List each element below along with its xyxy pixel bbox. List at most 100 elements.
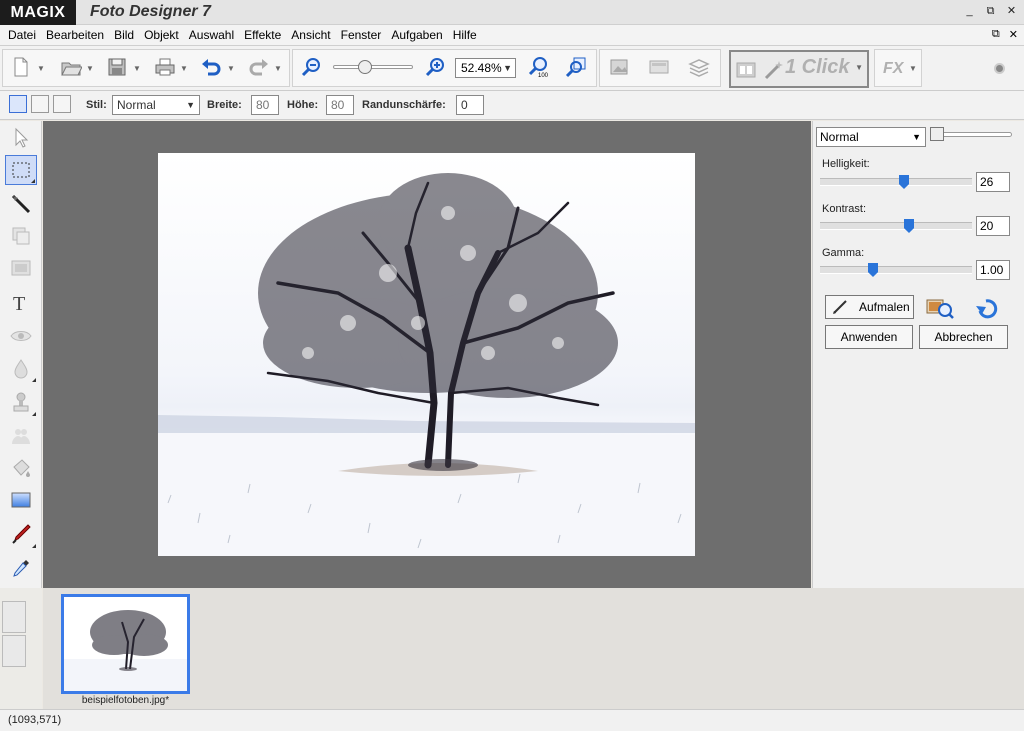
doc-restore-button[interactable]: ⧉ bbox=[992, 28, 1000, 41]
gamma-label: Gamma: bbox=[822, 247, 865, 259]
one-click-dropdown-icon: ▼ bbox=[855, 63, 863, 72]
zoom-slider-handle[interactable] bbox=[358, 60, 372, 74]
layers-view-icon[interactable] bbox=[686, 56, 712, 78]
window-view-icon[interactable] bbox=[646, 56, 672, 78]
arrow-icon[interactable] bbox=[5, 123, 37, 153]
fx-dropdown-icon[interactable]: ▼ bbox=[909, 64, 917, 73]
drop-icon[interactable] bbox=[5, 353, 37, 383]
breite-input[interactable]: 80 bbox=[251, 95, 279, 115]
text-icon[interactable]: T bbox=[5, 287, 37, 317]
menu-fenster[interactable]: Fenster bbox=[336, 25, 387, 45]
eyedropper-icon[interactable] bbox=[5, 553, 37, 583]
filmstrip-fx-icon[interactable] bbox=[2, 635, 26, 667]
blend-mode-dropdown-icon: ▼ bbox=[912, 132, 921, 142]
menu-bearbeiten[interactable]: Bearbeiten bbox=[41, 25, 109, 45]
marquee-icon[interactable] bbox=[5, 155, 37, 185]
stil-dropdown-icon: ▼ bbox=[186, 100, 195, 110]
open-dropdown-icon[interactable]: ▼ bbox=[86, 64, 94, 73]
open-folder-icon[interactable] bbox=[58, 56, 84, 78]
photo-thumbnail[interactable] bbox=[61, 594, 190, 694]
opacity-slider-handle[interactable] bbox=[930, 127, 944, 141]
save-dropdown-icon[interactable]: ▼ bbox=[133, 64, 141, 73]
print-dropdown-icon[interactable]: ▼ bbox=[180, 64, 188, 73]
layer-duplicate-icon[interactable] bbox=[5, 221, 37, 251]
gamma-input[interactable]: 1.00 bbox=[976, 260, 1010, 280]
filmstrip bbox=[43, 588, 1024, 709]
stil-select[interactable]: Normal ▼ bbox=[112, 95, 200, 115]
undo-dropdown-icon[interactable]: ▼ bbox=[227, 64, 235, 73]
abbrechen-button[interactable]: Abbrechen bbox=[919, 325, 1008, 349]
selection-add-button[interactable] bbox=[31, 95, 49, 113]
doc-close-button[interactable]: ✕ bbox=[1009, 28, 1018, 41]
save-icon[interactable] bbox=[104, 56, 130, 78]
preview-compare-icon[interactable] bbox=[925, 297, 955, 319]
anwenden-button[interactable]: Anwenden bbox=[825, 325, 913, 349]
svg-text:T: T bbox=[13, 293, 25, 313]
zoom-out-icon[interactable] bbox=[298, 56, 324, 78]
hoehe-label: Höhe: bbox=[287, 99, 319, 111]
randunschaerfe-label: Randunschärfe: bbox=[362, 99, 446, 111]
menu-bild[interactable]: Bild bbox=[109, 25, 139, 45]
zoom-100-icon[interactable]: 100 bbox=[525, 56, 551, 78]
selection-subtract-button[interactable] bbox=[53, 95, 71, 113]
minimize-button[interactable]: _ bbox=[963, 4, 976, 18]
menu-hilfe[interactable]: Hilfe bbox=[448, 25, 482, 45]
breite-label: Breite: bbox=[207, 99, 242, 111]
randunschaerfe-input[interactable]: 0 bbox=[456, 95, 484, 115]
thumbnail-label: beispielfotoben.jpg* bbox=[81, 695, 170, 706]
tool-palette: T bbox=[0, 121, 42, 588]
new-file-icon[interactable] bbox=[8, 56, 34, 78]
pen-icon[interactable] bbox=[5, 519, 37, 549]
bucket-icon[interactable] bbox=[5, 453, 37, 483]
restore-button[interactable]: ⧉ bbox=[984, 4, 997, 18]
menu-objekt[interactable]: Objekt bbox=[139, 25, 184, 45]
reset-icon[interactable] bbox=[974, 297, 1000, 319]
opacity-slider-track[interactable] bbox=[932, 132, 1012, 137]
paint-brush-icon bbox=[833, 300, 847, 314]
photo-view-icon[interactable] bbox=[606, 56, 632, 78]
fx-icon[interactable]: FX bbox=[880, 56, 906, 78]
zoom-slider-track[interactable] bbox=[333, 65, 413, 69]
one-click-label: 1 Click bbox=[785, 56, 850, 78]
toolbar-status-icon bbox=[994, 63, 1005, 74]
aufmalen-button[interactable]: Aufmalen bbox=[825, 295, 914, 319]
photo-image[interactable] bbox=[158, 153, 695, 556]
filmstrip-view-icon[interactable] bbox=[2, 601, 26, 633]
zoom-level-select[interactable]: 52.48% ▼ bbox=[455, 58, 516, 78]
title-bar: MAGIX Foto Designer 7 _ ⧉ ✕ bbox=[0, 0, 1024, 25]
svg-text:FX: FX bbox=[883, 60, 904, 77]
stil-value: Normal bbox=[117, 98, 156, 112]
zoom-level-value: 52.48% bbox=[461, 61, 502, 75]
blend-mode-select[interactable]: Normal ▼ bbox=[816, 127, 926, 147]
new-file-dropdown-icon[interactable]: ▼ bbox=[37, 64, 45, 73]
thumbnail-image bbox=[64, 597, 187, 691]
eye-icon[interactable] bbox=[5, 321, 37, 351]
kontrast-slider[interactable] bbox=[820, 222, 972, 230]
print-icon[interactable] bbox=[152, 56, 178, 78]
helligkeit-input[interactable]: 26 bbox=[976, 172, 1010, 192]
figure-stamp-icon[interactable] bbox=[5, 421, 37, 451]
menu-ansicht[interactable]: Ansicht bbox=[286, 25, 335, 45]
gradient-icon[interactable] bbox=[5, 485, 37, 515]
window-controls: _ ⧉ ✕ bbox=[963, 4, 1018, 18]
menu-aufgaben[interactable]: Aufgaben bbox=[386, 25, 447, 45]
redo-dropdown-icon[interactable]: ▼ bbox=[274, 64, 282, 73]
menu-auswahl[interactable]: Auswahl bbox=[184, 25, 239, 45]
magic-wand-icon bbox=[764, 61, 783, 80]
aufmalen-label: Aufmalen bbox=[859, 300, 910, 314]
zoom-fit-icon[interactable] bbox=[563, 56, 589, 78]
redo-icon[interactable] bbox=[246, 56, 272, 78]
kontrast-input[interactable]: 20 bbox=[976, 216, 1010, 236]
image-frame-icon[interactable] bbox=[5, 253, 37, 283]
selection-new-button[interactable] bbox=[9, 95, 27, 113]
undo-icon[interactable] bbox=[198, 56, 224, 78]
gamma-slider[interactable] bbox=[820, 266, 972, 274]
menu-effekte[interactable]: Effekte bbox=[239, 25, 286, 45]
menu-datei[interactable]: Datei bbox=[3, 25, 41, 45]
hoehe-input[interactable]: 80 bbox=[326, 95, 354, 115]
brush-icon[interactable] bbox=[5, 189, 37, 219]
helligkeit-slider[interactable] bbox=[820, 178, 972, 186]
zoom-in-icon[interactable] bbox=[422, 56, 448, 78]
stamp-icon[interactable] bbox=[5, 387, 37, 417]
close-button[interactable]: ✕ bbox=[1005, 4, 1018, 18]
